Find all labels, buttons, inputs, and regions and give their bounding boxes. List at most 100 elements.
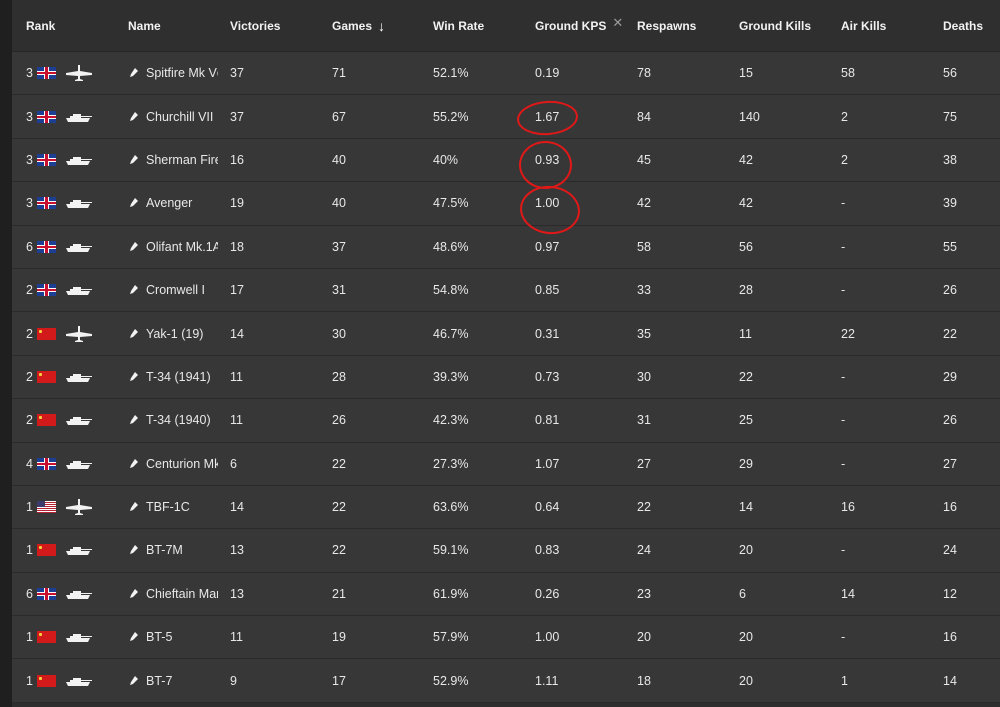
deaths-cell: 75 bbox=[943, 95, 1000, 137]
ground-kills-cell: 28 bbox=[739, 269, 835, 311]
table-row[interactable]: 2 Yak-1 (19) 14 30 46.7% 0.31 35 11 22 22 bbox=[12, 312, 1000, 356]
column-header-win-rate[interactable]: Win Rate bbox=[433, 0, 529, 51]
table-row[interactable]: 1 BT-5 11 19 57.9% 1.00 20 20 - 16 bbox=[12, 616, 1000, 660]
respawns-cell: 58 bbox=[637, 226, 733, 268]
close-icon[interactable]: ✕ bbox=[612, 15, 623, 31]
plane-icon bbox=[64, 498, 94, 516]
victories-value: 16 bbox=[230, 152, 244, 167]
tank-icon bbox=[64, 585, 94, 603]
column-header-ground-kills[interactable]: Ground Kills bbox=[739, 0, 835, 51]
air-kills-value: - bbox=[841, 543, 846, 558]
vehicle-name-cell[interactable]: T-34 (1940) bbox=[128, 399, 218, 441]
win-rate-value: 63.6% bbox=[433, 500, 469, 515]
table-row[interactable]: 1 TBF-1C 14 22 63.6% 0.64 22 14 16 16 bbox=[12, 485, 1000, 530]
rank-number: 2 bbox=[26, 369, 33, 384]
ground-kps-value: 1.00 bbox=[535, 196, 560, 211]
shell-icon bbox=[128, 588, 140, 600]
ussr-flag-icon bbox=[37, 327, 56, 340]
column-header-deaths[interactable]: Deaths bbox=[943, 0, 1000, 51]
column-header-rank[interactable]: Rank bbox=[26, 0, 126, 51]
table-row[interactable]: 1 BT-7 9 17 52.9% 1.11 18 20 1 14 bbox=[12, 659, 1000, 703]
table-row[interactable]: 6 Olifant Mk.1A 18 37 48.6% 0.97 58 56 - 55 bbox=[12, 225, 1000, 269]
ground-kills-value: 14 bbox=[739, 500, 753, 515]
win-rate-value: 27.3% bbox=[433, 456, 469, 471]
victories-cell: 37 bbox=[230, 95, 326, 137]
ground-kps-value: 1.11 bbox=[535, 673, 559, 688]
table-row[interactable]: 1 BT-7M 13 22 59.1% 0.83 24 20 - 24 bbox=[12, 529, 1000, 573]
air-kills-value: - bbox=[841, 413, 846, 428]
table-row[interactable]: 4 Centurion Mk 6 22 27.3% 1.07 27 29 - 27 bbox=[12, 442, 1000, 486]
victories-cell: 18 bbox=[230, 226, 326, 268]
ground-kps-value: 0.83 bbox=[535, 543, 560, 558]
victories-value: 13 bbox=[230, 543, 244, 558]
vehicle-name-cell[interactable]: Spitfire Mk Vc bbox=[128, 52, 218, 94]
ground-kps-cell: 0.97 bbox=[535, 226, 631, 268]
vehicle-name-cell[interactable]: Avenger bbox=[128, 182, 218, 224]
games-cell: 40 bbox=[332, 139, 428, 181]
ground-kills-cell: 20 bbox=[739, 659, 835, 701]
deaths-cell: 16 bbox=[943, 486, 1000, 528]
vehicle-name-cell[interactable]: Churchill VII bbox=[128, 95, 218, 137]
table-row[interactable]: 3 Sherman Fire 16 40 40% 0.93 45 42 2 38 bbox=[12, 138, 1000, 183]
table-row[interactable]: 2 Cromwell I 17 31 54.8% 0.85 33 28 - 26 bbox=[12, 268, 1000, 313]
uk-flag-icon bbox=[37, 197, 56, 210]
column-header-games[interactable]: Games ↓ bbox=[332, 0, 428, 51]
air-kills-value: - bbox=[841, 283, 846, 298]
ground-kills-value: 56 bbox=[739, 239, 753, 254]
victories-value: 37 bbox=[230, 109, 244, 124]
vehicle-name-cell[interactable]: Chieftain Mar bbox=[128, 573, 218, 615]
vehicle-name-cell[interactable]: BT-7M bbox=[128, 529, 218, 571]
arrow-down-icon[interactable]: ↓ bbox=[378, 18, 385, 34]
vehicle-name-cell[interactable]: Sherman Fire bbox=[128, 139, 218, 181]
ussr-flag-icon bbox=[37, 674, 56, 687]
respawns-value: 33 bbox=[637, 283, 651, 298]
column-header-name[interactable]: Name bbox=[128, 0, 218, 51]
victories-cell: 14 bbox=[230, 486, 326, 528]
vehicle-name-cell[interactable]: T-34 (1941) bbox=[128, 356, 218, 398]
uk-flag-icon bbox=[37, 110, 56, 123]
air-kills-cell: 1 bbox=[841, 659, 937, 701]
ground-kps-cell: 0.93 bbox=[535, 139, 631, 181]
deaths-value: 27 bbox=[943, 456, 957, 471]
table-row[interactable]: 2 T-34 (1941) 11 28 39.3% 0.73 30 22 - 29 bbox=[12, 355, 1000, 400]
vehicle-name-cell[interactable]: Centurion Mk bbox=[128, 443, 218, 485]
table-row[interactable]: 3 Spitfire Mk Vc 37 71 52.1% 0.19 78 15 58 56 bbox=[12, 52, 1000, 96]
deaths-value: 38 bbox=[943, 152, 957, 167]
respawns-value: 42 bbox=[637, 196, 651, 211]
column-header-victories[interactable]: Victories bbox=[230, 0, 326, 51]
deaths-value: 14 bbox=[943, 673, 957, 688]
air-kills-cell: - bbox=[841, 356, 937, 398]
rank-number: 3 bbox=[26, 152, 33, 167]
ground-kps-value: 1.00 bbox=[535, 630, 560, 645]
games-cell: 31 bbox=[332, 269, 428, 311]
ground-kills-cell: 11 bbox=[739, 312, 835, 354]
rank-number: 1 bbox=[26, 500, 33, 515]
ground-kills-value: 29 bbox=[739, 456, 753, 471]
ground-kps-value: 1.67 bbox=[535, 109, 560, 124]
vehicle-name-cell[interactable]: Cromwell I bbox=[128, 269, 218, 311]
vehicle-name-cell[interactable]: BT-7 bbox=[128, 659, 218, 701]
victories-cell: 13 bbox=[230, 573, 326, 615]
table-row[interactable]: 3 Churchill VII 37 67 55.2% 1.67 84 140 2 75 bbox=[12, 95, 1000, 139]
deaths-cell: 22 bbox=[943, 312, 1000, 354]
deaths-cell: 26 bbox=[943, 269, 1000, 311]
ground-kps-cell: 0.19 bbox=[535, 52, 631, 94]
column-header-ground-kps[interactable]: Ground KPS ✕ bbox=[535, 0, 631, 51]
vehicle-name-cell[interactable]: Yak-1 (19) bbox=[128, 312, 218, 354]
table-row[interactable]: 2 T-34 (1940) 11 26 42.3% 0.81 31 25 - 26 bbox=[12, 399, 1000, 443]
respawns-cell: 27 bbox=[637, 443, 733, 485]
vehicle-name-cell[interactable]: Olifant Mk.1A bbox=[128, 226, 218, 268]
uk-flag-icon bbox=[37, 284, 56, 297]
vehicle-name-cell[interactable]: BT-5 bbox=[128, 616, 218, 658]
ground-kills-cell: 20 bbox=[739, 616, 835, 658]
column-header-respawns[interactable]: Respawns bbox=[637, 0, 733, 51]
games-value: 67 bbox=[332, 109, 346, 124]
table-row[interactable]: 6 Chieftain Mar 13 21 61.9% 0.26 23 6 14 12 bbox=[12, 572, 1000, 617]
ground-kills-cell: 42 bbox=[739, 139, 835, 181]
table-row[interactable]: 3 Avenger 19 40 47.5% 1.00 42 42 - 39 bbox=[12, 182, 1000, 226]
respawns-value: 27 bbox=[637, 456, 651, 471]
vehicle-name-cell[interactable]: TBF-1C bbox=[128, 486, 218, 528]
column-header-air-kills[interactable]: Air Kills bbox=[841, 0, 937, 51]
win-rate-cell: 59.1% bbox=[433, 529, 529, 571]
rank-cell: 3 bbox=[26, 182, 126, 224]
